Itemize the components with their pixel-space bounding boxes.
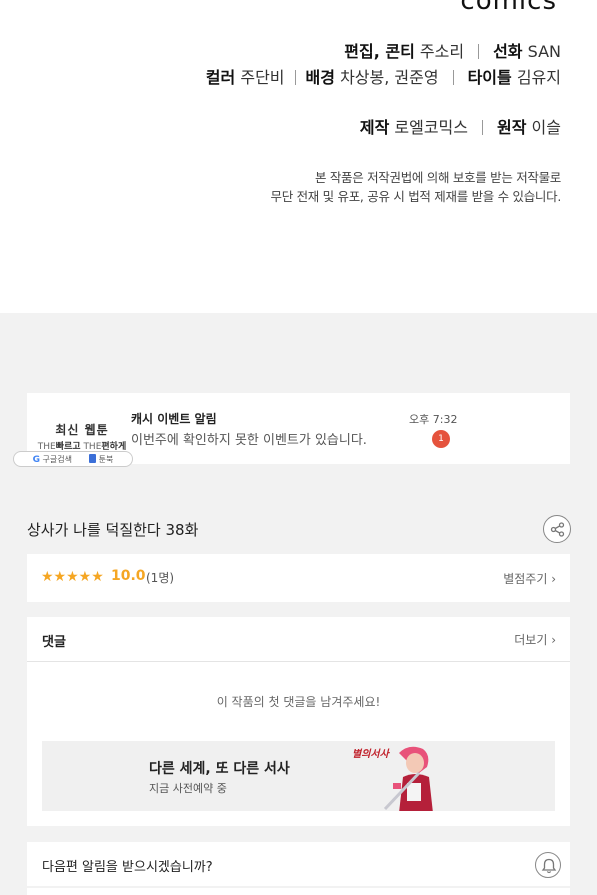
line-art-label: 선화 [493, 42, 523, 61]
promo-title: 다른 세계, 또 다른 서사 [149, 761, 290, 777]
credits-line-1: 편집, 콘티 주소리 선화 SAN [344, 38, 561, 62]
alert-prompt: 다음편 알림을 받으시겠습니까? [42, 860, 213, 875]
publisher-logo: comics [460, 0, 557, 16]
promo-subtitle: 지금 사전예약 중 [149, 782, 227, 795]
comments-more-link[interactable]: 더보기 › [514, 631, 556, 648]
comments-empty-message: 이 작품의 첫 댓글을 남겨주세요! [216, 695, 381, 709]
copyright-notice: 본 작품은 저작권법에 의해 보호를 받는 저작물로 무단 전재 및 유포, 공… [270, 168, 562, 206]
divider [478, 44, 480, 59]
comments-header: 댓글 더보기 › [27, 617, 570, 662]
bell-icon [541, 858, 557, 874]
edit-value: 주소리 [419, 42, 465, 61]
google-search-label: 구글검색 [42, 454, 72, 464]
ad-notification-text: 이번주에 확인하지 못한 이벤트가 있습니다. [131, 433, 367, 448]
credits-line-2: 컬러 주단비 배경 차상봉, 권준영 타이틀 김유지 [206, 64, 561, 88]
rating-card: ★★★★★ 10.0 (1명) 별점주기 › [27, 554, 570, 602]
alert-subscribe-button[interactable] [535, 852, 561, 878]
toonbook-label: 툰북 [98, 454, 114, 464]
background-label: 배경 [305, 68, 335, 87]
rating-score: 10.0 [111, 568, 146, 584]
promo-character-illustration [383, 746, 433, 811]
ad-notification-time: 오후 7:32 [409, 413, 458, 426]
episode-title: 상사가 나를 덕질한다 38화 [27, 521, 199, 539]
copyright-line-2: 무단 전재 및 유포, 공유 시 법적 제재를 받을 수 있습니다. [270, 189, 562, 204]
ad-brand-title: 최신 웹툰 [55, 423, 109, 437]
ad-search-pill[interactable]: G 구글검색 툰북 [13, 451, 133, 467]
share-icon [550, 522, 565, 537]
star-rating-icon: ★★★★★ [41, 569, 104, 585]
google-icon: G [32, 454, 40, 465]
comments-card: 댓글 더보기 › 이 작품의 첫 댓글을 남겨주세요! 다른 세계, 또 다른 … [27, 617, 570, 826]
toonbook-link[interactable]: 툰북 [89, 453, 114, 465]
copyright-line-1: 본 작품은 저작권법에 의해 보호를 받는 저작물로 [314, 170, 561, 185]
divider [294, 70, 296, 85]
credits-line-3: 제작 로엘코믹스 원작 이슬 [360, 114, 561, 138]
ad-brand: 최신 웹툰 THE빠르고 THE편하게 [27, 421, 137, 452]
book-icon [89, 453, 97, 463]
promo-banner[interactable]: 다른 세계, 또 다른 서사 지금 사전예약 중 별의서사 [42, 741, 555, 811]
color-label: 컬러 [205, 68, 236, 87]
next-card-edge [27, 888, 570, 895]
credits-section: comics 편집, 콘티 주소리 선화 SAN 컬러 주단비 배경 차상봉, 권준… [0, 0, 597, 313]
production-label: 제작 [359, 118, 390, 137]
next-episode-alert: 다음편 알림을 받으시겠습니까? [27, 842, 570, 886]
original-label: 원작 [497, 118, 527, 137]
edit-label: 편집, 콘티 [344, 42, 415, 61]
color-value: 주단비 [240, 68, 285, 87]
background-value: 차상봉, 권준영 [340, 68, 439, 87]
divider [482, 120, 483, 135]
line-art-value: SAN [527, 42, 561, 61]
title-design-value: 김유지 [516, 68, 561, 87]
original-value: 이슬 [531, 118, 561, 137]
divider [452, 70, 454, 85]
google-search-link[interactable]: G 구글검색 [33, 454, 72, 465]
comments-title: 댓글 [42, 635, 66, 650]
notification-count-badge: 1 [432, 430, 450, 448]
rate-button[interactable]: 별점주기 › [503, 570, 556, 587]
rating-vote-count: (1명) [146, 571, 175, 585]
ad-notification-title: 캐시 이벤트 알림 [131, 412, 217, 426]
production-value: 로엘코믹스 [394, 118, 468, 137]
share-button[interactable] [543, 515, 571, 543]
title-design-label: 타이틀 [467, 68, 512, 87]
